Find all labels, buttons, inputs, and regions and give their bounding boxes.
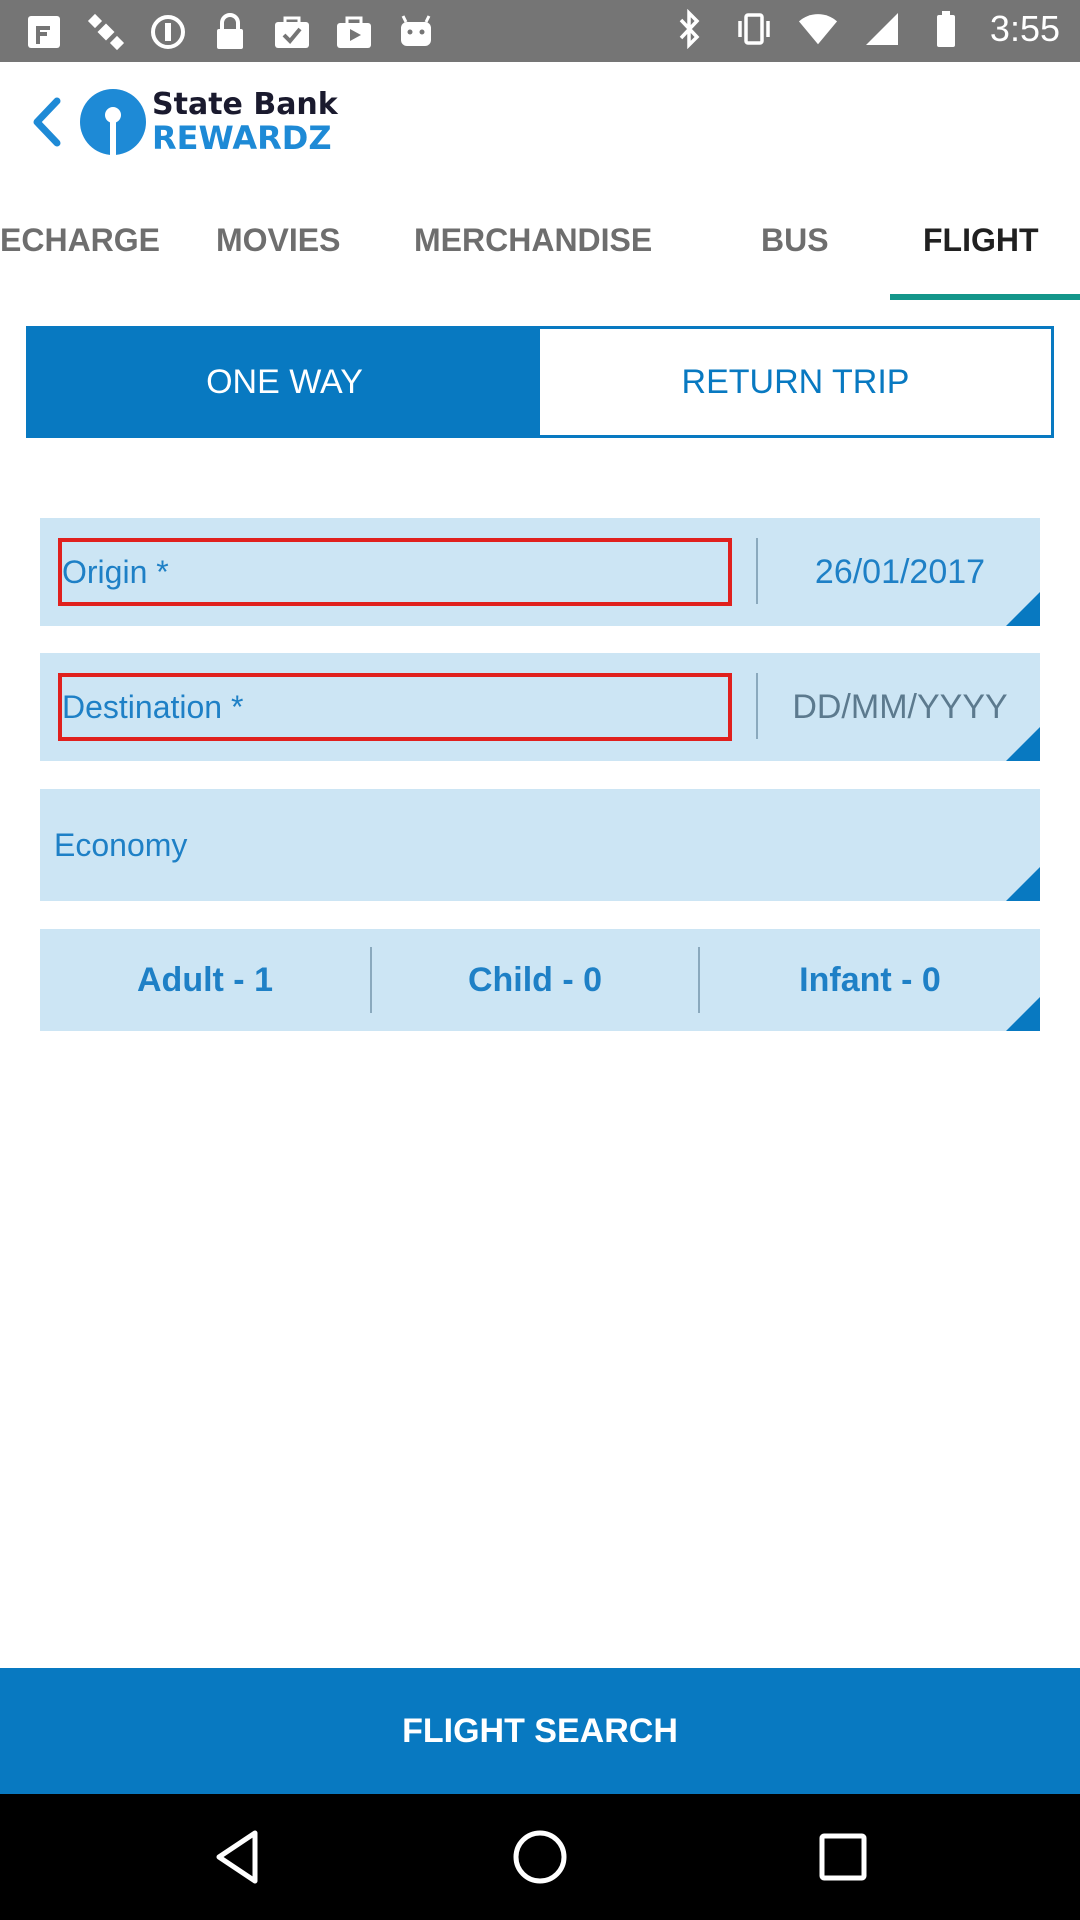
app-screen: 3:55 State Bank REWARDZ ECHARGE MOVIES M… [0,0,1080,1920]
square-recents-icon [819,1833,867,1881]
flight-search-button[interactable]: FLIGHT SEARCH [0,1668,1080,1794]
navigation-bar [0,1794,1080,1920]
wifi-icon [798,9,838,49]
status-time: 3:55 [989,8,1060,49]
nav-back-button[interactable] [204,1824,270,1890]
destination-row: Destination * DD/MM/YYYY [40,653,1040,761]
tab-bus[interactable]: BUS [761,222,829,259]
bluetooth-icon [670,9,710,49]
block-icon [148,12,188,52]
logo-subtitle: REWARDZ [152,119,332,157]
battery-icon [926,9,966,49]
infant-count-selector[interactable]: Infant - 0 [700,929,1040,1031]
logo-title: State Bank [152,87,338,122]
departure-date-field[interactable]: 26/01/2017 [760,518,1040,626]
state-bank-rewardz-logo: State Bank REWARDZ [80,86,338,158]
nav-recents-button[interactable] [810,1824,876,1890]
satellite-icon [86,12,126,52]
travel-class-selector[interactable]: Economy [40,789,1040,901]
app-header: State Bank REWARDZ [0,62,1080,182]
vibrate-icon [734,9,774,49]
origin-row: Origin * 26/01/2017 [40,518,1040,626]
destination-field[interactable]: Destination * [58,673,732,741]
circle-home-icon [513,1830,567,1884]
notification-icons [24,12,436,52]
system-status: 3:55 [670,8,1060,50]
signal-icon [862,9,902,49]
active-tab-indicator [890,294,1080,300]
status-bar: 3:55 [0,0,1080,62]
lock-icon [210,12,250,52]
fake-gps-icon [24,12,64,52]
return-trip-button[interactable]: RETURN TRIP [540,329,1051,435]
tab-recharge[interactable]: ECHARGE [0,222,160,259]
sbi-logo-icon [80,89,146,155]
triangle-back-icon [216,1830,258,1884]
divider [756,673,758,739]
tab-merchandise[interactable]: MERCHANDISE [414,222,652,259]
return-date-field[interactable]: DD/MM/YYYY [760,653,1040,761]
tab-movies[interactable]: MOVIES [216,222,340,259]
back-arrow-icon [33,97,61,147]
corner-mark [1006,727,1040,761]
shopping-bag-check-icon [272,12,312,52]
briefcase-icon [334,12,374,52]
android-icon [396,12,436,52]
back-button[interactable] [18,92,74,152]
child-count-selector[interactable]: Child - 0 [372,929,698,1031]
corner-mark [1006,997,1040,1031]
origin-placeholder: Origin * [62,553,169,590]
corner-mark [1006,592,1040,626]
origin-field[interactable]: Origin * [58,538,732,606]
trip-type-toggle: ONE WAY RETURN TRIP [26,326,1054,438]
travel-class-value: Economy [54,826,188,863]
destination-placeholder: Destination * [62,688,244,725]
adult-count-selector[interactable]: Adult - 1 [40,929,370,1031]
tab-flight[interactable]: FLIGHT [923,222,1039,259]
divider [756,538,758,604]
one-way-button[interactable]: ONE WAY [29,329,540,435]
category-tabs: ECHARGE MOVIES MERCHANDISE BUS FLIGHT [0,182,1080,300]
corner-mark [1006,867,1040,901]
passenger-row: Adult - 1 Child - 0 Infant - 0 [40,929,1040,1031]
nav-home-button[interactable] [507,1824,573,1890]
